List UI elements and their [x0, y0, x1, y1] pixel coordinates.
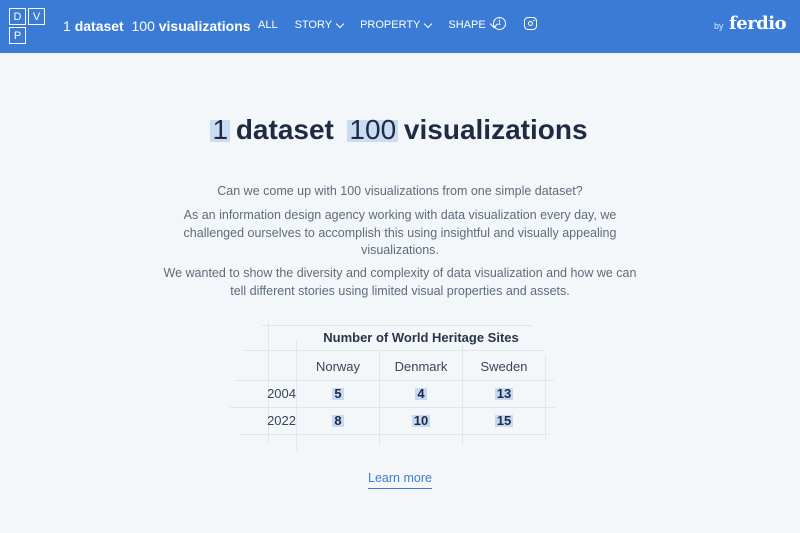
nav-shape[interactable]: SHAPE — [448, 19, 498, 31]
top-navigation-bar: D V P 1 dataset 100 visualizations ALL S… — [0, 0, 800, 53]
ferdio-logo[interactable]: ferdio — [729, 13, 787, 34]
column-header-norway: Norway — [315, 359, 361, 374]
info-icon[interactable]: i — [493, 17, 506, 30]
cell-value: 5 — [334, 386, 342, 401]
site-title-word2: visualizations — [158, 18, 251, 34]
cell-value: 13 — [496, 386, 512, 401]
grid-line — [262, 325, 532, 326]
column-header-denmark: Denmark — [394, 359, 448, 374]
title-word-visualizations: visualizations — [403, 114, 588, 145]
grid-line — [230, 407, 555, 408]
nav-shape-label: SHAPE — [448, 19, 486, 31]
page-title: 1 dataset 100 visualizations — [0, 114, 800, 146]
logo-letter-p: P — [9, 27, 26, 44]
grid-line — [379, 350, 380, 445]
chevron-down-icon — [424, 19, 433, 28]
nav-story-label: STORY — [294, 19, 333, 31]
grid-line — [545, 355, 546, 440]
instagram-icon[interactable] — [524, 17, 537, 30]
table-cell: 4 — [401, 386, 441, 401]
cell-value: 4 — [417, 386, 425, 401]
chevron-down-icon — [335, 19, 345, 28]
nav-all[interactable]: ALL — [258, 19, 278, 31]
table-cell: 10 — [401, 413, 441, 428]
cell-value: 8 — [334, 413, 342, 428]
logo-letter-v: V — [28, 8, 45, 25]
grid-line — [234, 380, 554, 381]
site-title-num1: 1 — [63, 18, 71, 34]
grid-line — [296, 340, 297, 450]
grid-line — [244, 350, 544, 351]
site-title-word1: dataset — [74, 18, 124, 34]
column-header-sweden: Sweden — [480, 359, 528, 374]
nav-property-label: PROPERTY — [360, 19, 421, 31]
title-number-100: 100 — [349, 114, 397, 145]
table-cell: 13 — [484, 386, 524, 401]
site-title[interactable]: 1 dataset 100 visualizations — [63, 18, 251, 34]
grid-line — [462, 345, 463, 445]
intro-paragraph-2: We wanted to show the diversity and comp… — [163, 266, 637, 298]
grid-line — [240, 434, 550, 435]
by-label: by — [714, 21, 724, 31]
intro-paragraph: As an information design agency working … — [183, 208, 617, 257]
learn-more-link[interactable]: Learn more — [368, 471, 432, 489]
table-cell: 5 — [318, 386, 358, 401]
title-word-dataset: dataset — [235, 114, 334, 145]
intro-question: Can we come up with 100 visualizations f… — [217, 184, 583, 198]
nav-property[interactable]: PROPERTY — [360, 19, 433, 31]
site-title-num2: 100 — [131, 18, 155, 34]
nav-story[interactable]: STORY — [294, 19, 345, 31]
table-cell: 15 — [484, 413, 524, 428]
nav-all-label: ALL — [258, 19, 278, 31]
row-header-2022: 2022 — [267, 413, 296, 428]
table-title: Number of World Heritage Sites — [323, 330, 519, 345]
logo-letter-d: D — [9, 8, 26, 25]
instagram-icon-dot — [533, 19, 535, 21]
main-nav: ALL STORY PROPERTY SHAPE — [258, 19, 514, 31]
cell-value: 15 — [496, 413, 512, 428]
learn-more-wrapper: Learn more — [0, 469, 800, 489]
row-header-2004: 2004 — [267, 386, 296, 401]
title-number-1: 1 — [212, 114, 229, 145]
dvp-logo[interactable]: D V P — [9, 8, 45, 44]
table-cell: 8 — [318, 413, 358, 428]
cell-value: 10 — [413, 413, 429, 428]
